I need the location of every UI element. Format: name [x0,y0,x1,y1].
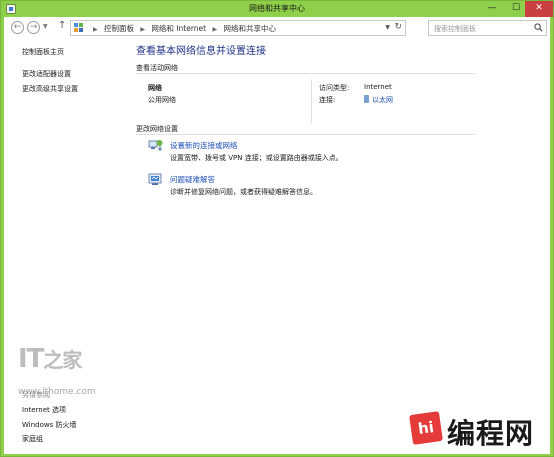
forward-button[interactable]: → [27,21,40,34]
navigation-bar: ← → ▼ ↑ ▶ 控制面板 ▶ 网络和 Internet ▶ 网络和共享中心 [4,17,550,39]
minimize-button[interactable]: — [479,1,505,17]
content-area: ← → ▼ ↑ ▶ 控制面板 ▶ 网络和 Internet ▶ 网络和共享中心 [4,17,550,454]
window-title: 网络和共享中心 [249,4,305,13]
refresh-icon[interactable]: ↻ [394,22,402,32]
chevron-right-icon[interactable]: ▶ [140,26,145,33]
recent-locations-dropdown[interactable]: ▼ [43,23,48,30]
close-button[interactable]: ✕ [525,1,553,17]
setup-new-connection-link[interactable]: 设置新的连接或网络 [170,140,238,151]
sidebar: 控制面板主页 更改适配器设置 更改高级共享设置 IT之家 www.ithome.… [4,39,124,454]
search-box[interactable]: 搜索控制面板 [428,20,547,36]
chevron-right-icon: ▶ [93,26,98,33]
connections-label: 连接: [319,96,336,104]
breadcrumb-control-panel[interactable]: 控制面板 [104,24,134,33]
ethernet-icon [364,95,369,103]
troubleshoot-link[interactable]: 问题疑难解答 [170,174,215,185]
troubleshoot-icon [148,173,162,185]
ithome-watermark: IT之家 www.ithome.com [18,344,96,397]
section-divider [136,73,475,74]
section-divider [136,134,475,135]
see-also-heading: 另请参阅 [22,391,50,399]
ithome-logo: IT之家 [18,344,82,374]
sidebar-item-control-panel-home[interactable]: 控制面板主页 [22,47,64,57]
breadcrumb-network-internet[interactable]: 网络和 Internet [151,24,206,33]
address-dropdown-icon[interactable]: ▼ [385,24,390,31]
troubleshoot-desc: 诊断并修复网络问题，或者获得疑难解答信息。 [170,188,317,196]
setup-new-connection-desc: 设置宽带、拨号或 VPN 连接；或设置路由器或接入点。 [170,154,343,162]
connections-value[interactable]: 以太网 [364,95,393,105]
window-frame: 网络和共享中心 — ☐ ✕ ← → ▼ ↑ ▶ 控制面板 ▶ 网络和 Inter… [0,0,554,457]
sidebar-item-change-adapter-settings[interactable]: 更改适配器设置 [22,69,71,79]
biancheng-watermark: hi 编程网 [409,409,549,450]
active-networks-heading: 查看活动网络 [136,64,178,72]
main-panel: 查看基本网络信息并设置连接 查看活动网络 网络 公用网络 访问类型: Inter… [124,39,550,454]
title-bar[interactable]: 网络和共享中心 — ☐ ✕ [1,1,553,17]
breadcrumb-network-sharing-center[interactable]: 网络和共享中心 [224,24,277,33]
breadcrumb: ▶ 控制面板 ▶ 网络和 Internet ▶ 网络和共享中心 [89,23,276,34]
network-name: 网络 [148,84,162,92]
biancheng-text: 编程网 [447,417,535,450]
change-settings-heading: 更改网络设置 [136,125,178,133]
network-type-link[interactable]: 公用网络 [148,95,176,105]
access-type-value: Internet [364,83,392,91]
access-type-label: 访问类型: [319,84,350,92]
page-title: 查看基本网络信息并设置连接 [136,46,266,57]
back-button[interactable]: ← [11,21,24,34]
address-bar[interactable]: ▶ 控制面板 ▶ 网络和 Internet ▶ 网络和共享中心 ▼ ↻ [70,20,406,36]
up-button[interactable]: ↑ [58,20,66,31]
network-setup-icon [148,140,163,151]
search-input[interactable]: 搜索控制面板 [434,24,476,34]
sidebar-item-change-advanced-sharing[interactable]: 更改高级共享设置 [22,84,78,94]
vertical-divider [311,79,312,123]
biancheng-logo: hi [409,411,443,445]
sidebar-item-windows-firewall[interactable]: Windows 防火墙 [22,420,76,430]
sidebar-item-homegroup[interactable]: 家庭组 [22,434,43,444]
ethernet-link[interactable]: 以太网 [372,96,393,104]
control-panel-icon [74,23,84,33]
search-icon[interactable] [534,23,543,32]
sidebar-item-internet-options[interactable]: Internet 选项 [22,405,66,415]
chevron-right-icon[interactable]: ▶ [212,26,217,33]
